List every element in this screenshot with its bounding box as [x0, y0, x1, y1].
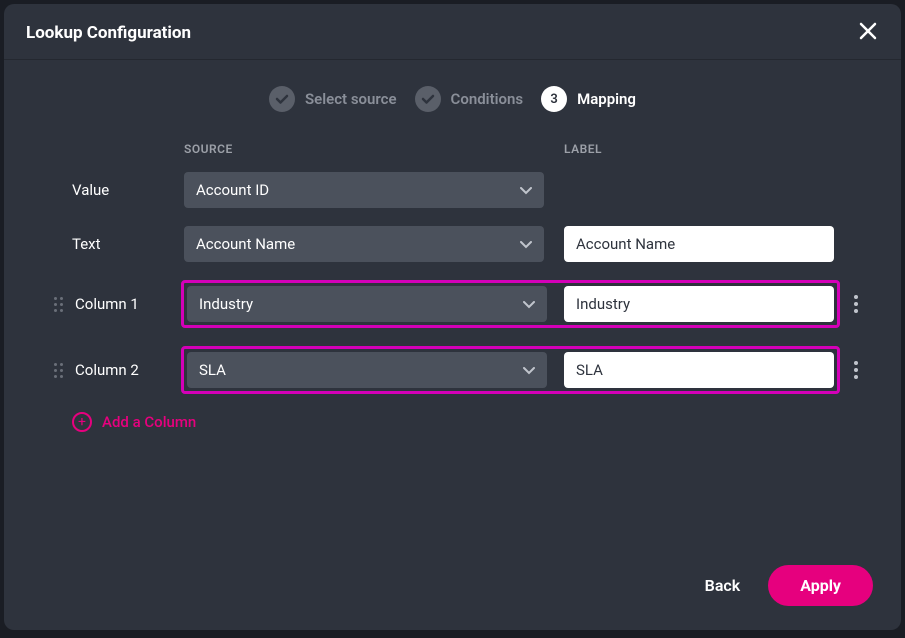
chevron-down-icon	[523, 361, 535, 379]
row-label-value: Value	[72, 181, 184, 199]
text-source-select[interactable]: Account Name	[184, 226, 544, 262]
source-header: SOURCE	[184, 142, 564, 156]
column2-highlighted: SLA	[181, 346, 840, 394]
step-mapping[interactable]: 3 Mapping	[541, 86, 636, 112]
column2-label-input[interactable]	[564, 352, 834, 388]
step-label: Mapping	[577, 90, 636, 108]
select-value: SLA	[199, 361, 226, 379]
more-vertical-icon	[854, 361, 858, 365]
row-label-column1: Column 1	[75, 295, 139, 313]
check-circle-icon	[269, 86, 295, 112]
lookup-configuration-modal: Lookup Configuration Select source Condi…	[4, 4, 901, 630]
chevron-down-icon	[523, 295, 535, 313]
select-value: Account Name	[196, 235, 295, 253]
step-select-source[interactable]: Select source	[269, 86, 397, 112]
column-headers: SOURCE LABEL	[72, 142, 861, 156]
check-circle-icon	[415, 86, 441, 112]
column2-more-button[interactable]	[854, 361, 858, 379]
add-column-button[interactable]: + Add a Column	[72, 412, 861, 432]
chevron-down-icon	[520, 235, 532, 253]
column1-more-button[interactable]	[854, 295, 858, 313]
modal-title: Lookup Configuration	[26, 23, 191, 43]
modal-header: Lookup Configuration	[4, 4, 901, 60]
row-label-column2: Column 2	[75, 361, 139, 379]
modal-footer: Back Apply	[4, 545, 901, 630]
text-label-input[interactable]	[564, 226, 834, 262]
chevron-down-icon	[520, 181, 532, 199]
add-column-label: Add a Column	[102, 413, 196, 431]
stepper: Select source Conditions 3 Mapping	[4, 60, 901, 142]
column1-highlighted: Industry	[181, 280, 840, 328]
back-button[interactable]: Back	[705, 576, 741, 595]
select-value: Industry	[199, 295, 253, 313]
drag-handle-icon[interactable]	[54, 363, 63, 378]
column1-source-select[interactable]: Industry	[187, 286, 547, 322]
value-source-select[interactable]: Account ID	[184, 172, 544, 208]
value-row: Value Account ID	[72, 172, 861, 208]
more-vertical-icon	[854, 295, 858, 299]
row-label-text: Text	[72, 235, 184, 253]
close-button[interactable]	[855, 18, 881, 47]
step-label: Conditions	[451, 90, 524, 108]
mapping-content: SOURCE LABEL Value Account ID Text Accou…	[4, 142, 901, 545]
column1-label-input[interactable]	[564, 286, 834, 322]
drag-handle-icon[interactable]	[54, 297, 63, 312]
step-conditions[interactable]: Conditions	[415, 86, 524, 112]
step-number-icon: 3	[541, 86, 567, 112]
column2-row: Column 2 SLA	[72, 346, 861, 394]
select-value: Account ID	[196, 181, 269, 199]
label-header: LABEL	[564, 142, 602, 156]
plus-circle-icon: +	[72, 412, 92, 432]
text-row: Text Account Name	[72, 226, 861, 262]
step-label: Select source	[305, 90, 397, 108]
apply-button[interactable]: Apply	[768, 565, 873, 606]
close-icon	[859, 22, 877, 40]
column2-source-select[interactable]: SLA	[187, 352, 547, 388]
column1-row: Column 1 Industry	[72, 280, 861, 328]
